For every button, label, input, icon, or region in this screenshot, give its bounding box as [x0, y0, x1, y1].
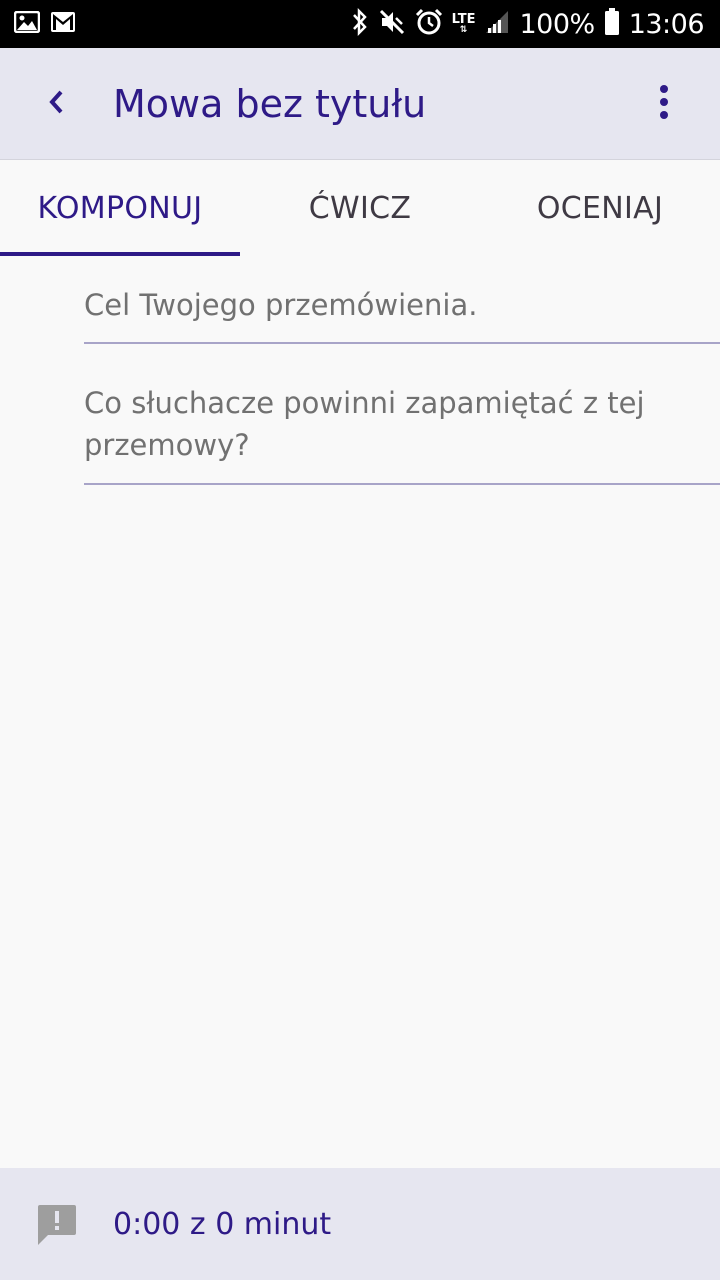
tab-komponuj[interactable]: KOMPONUJ	[0, 160, 240, 256]
lte-icon: LTE ⇅	[451, 11, 476, 35]
gmail-icon	[50, 11, 86, 37]
feedback-icon[interactable]	[35, 1202, 79, 1246]
alarm-icon	[415, 8, 443, 40]
image-icon	[13, 10, 50, 37]
clock: 13:06	[628, 8, 705, 40]
battery-percent: 100%	[519, 8, 595, 40]
bluetooth-icon	[351, 7, 369, 40]
back-button[interactable]	[26, 74, 86, 134]
more-options-button[interactable]	[634, 74, 694, 134]
bottom-bar: 0:00 z 0 minut	[0, 1168, 720, 1280]
page-title: Mowa bez tytułu	[113, 81, 427, 126]
key-takeaway-input[interactable]: Co słuchacze powinni zapamiętać z tej pr…	[84, 382, 720, 485]
status-bar: LTE ⇅ 100% 13:06	[0, 0, 720, 48]
speech-goal-input[interactable]: Cel Twojego przemówienia.	[84, 284, 720, 344]
tab-cwicz[interactable]: ĆWICZ	[240, 160, 480, 256]
battery-icon	[604, 8, 620, 40]
signal-icon	[484, 9, 510, 39]
tab-oceniaj[interactable]: OCENIAJ	[480, 160, 720, 256]
chevron-left-icon	[46, 88, 66, 120]
timer-text: 0:00 z 0 minut	[113, 1206, 332, 1242]
app-bar: Mowa bez tytułu	[0, 48, 720, 160]
tab-bar: KOMPONUJ ĆWICZ OCENIAJ	[0, 160, 720, 256]
mute-icon	[378, 8, 406, 40]
more-vert-icon	[658, 84, 670, 124]
